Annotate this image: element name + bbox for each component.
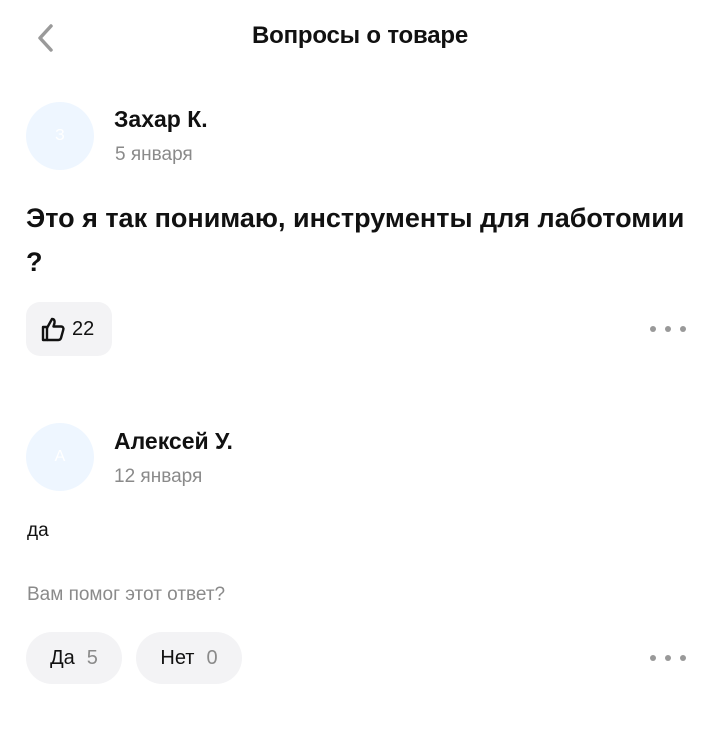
page-title: Вопросы о товаре: [251, 22, 469, 49]
answer-date: 12 января: [114, 466, 203, 487]
avatar-letter: З: [55, 127, 65, 144]
avatar-letter: А: [54, 448, 66, 465]
answer-author-name: Алексей У.: [114, 428, 233, 454]
no-label: Нет: [160, 646, 195, 669]
answer-text: да: [27, 520, 49, 541]
answer-more-button[interactable]: [650, 648, 686, 668]
avatar[interactable]: З: [26, 102, 94, 170]
dot-icon: [650, 326, 656, 332]
dot-icon: [650, 655, 656, 661]
helpful-yes-button[interactable]: Да 5: [26, 632, 122, 684]
question-more-button[interactable]: [650, 319, 686, 339]
page-header: Вопросы о товаре: [0, 0, 720, 76]
like-button[interactable]: 22: [26, 302, 112, 356]
like-count: 22: [72, 317, 95, 340]
helpful-no-button[interactable]: Нет 0: [136, 632, 242, 684]
avatar[interactable]: А: [26, 423, 94, 491]
question-date: 5 января: [115, 144, 193, 165]
dot-icon: [680, 655, 686, 661]
yes-count: 5: [86, 646, 98, 669]
question-text: Это я так понимаю, инструменты для лабот…: [26, 203, 685, 277]
dot-icon: [680, 326, 686, 332]
no-count: 0: [206, 646, 218, 669]
yes-label: Да: [50, 646, 75, 669]
dot-icon: [665, 326, 671, 332]
thumbs-up-icon: [41, 317, 65, 342]
helpful-prompt: Вам помог этот ответ?: [27, 584, 226, 605]
dot-icon: [665, 655, 671, 661]
question-author-name: Захар К.: [114, 106, 208, 132]
